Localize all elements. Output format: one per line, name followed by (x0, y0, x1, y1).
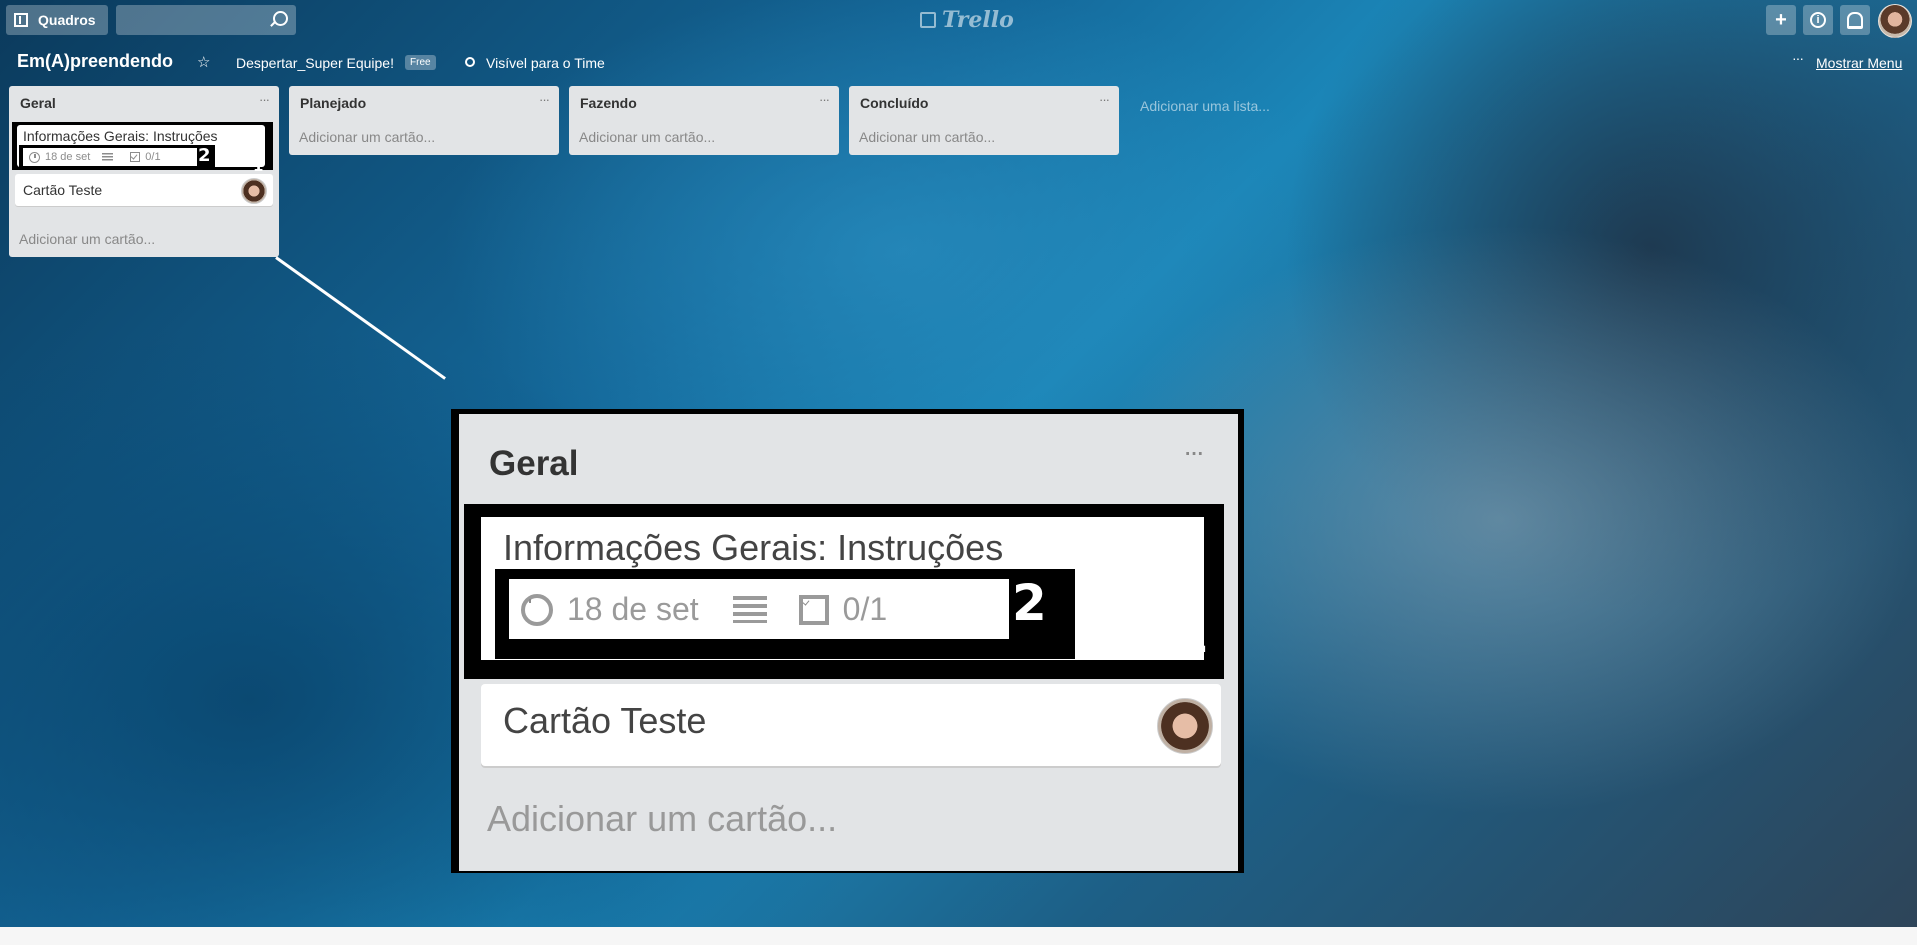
card-badges: 18 de set 0/1 (23, 148, 197, 166)
list-header[interactable]: Geral ··· (9, 86, 279, 120)
card-cartao-teste[interactable]: Cartão Teste (15, 174, 273, 206)
zoom-card-badges: 18 de set 0/1 (509, 579, 1009, 639)
zoom-card-cartao-teste: Cartão Teste (481, 684, 1221, 766)
list-title[interactable]: Geral (20, 95, 56, 111)
add-card-link[interactable]: Adicionar um cartão... (569, 120, 839, 154)
zoom-list-title: Geral (489, 444, 579, 483)
zoom-connector-line (275, 256, 446, 380)
menu-dots-icon[interactable]: ··· (1792, 50, 1804, 66)
list-menu-icon[interactable]: ··· (1099, 92, 1110, 107)
zoom-list-geral: Geral ··· Informações Gerais: Instruções… (459, 414, 1238, 871)
add-card-link[interactable]: Adicionar um cartão... (289, 120, 559, 154)
boards-button[interactable]: Quadros (6, 5, 108, 35)
zoom-add-card-link: Adicionar um cartão... (487, 798, 838, 839)
member-avatar[interactable] (241, 178, 267, 204)
info-button[interactable]: i (1803, 5, 1833, 35)
trello-logo-text: Trello (942, 7, 1014, 33)
zoom-clock-icon (521, 593, 553, 626)
list-header[interactable]: Planejado ··· (289, 86, 559, 120)
checklist-icon (130, 152, 141, 162)
list-menu-icon[interactable]: ··· (819, 92, 830, 107)
search-box[interactable] (116, 5, 296, 35)
list-menu-icon[interactable]: ··· (539, 92, 550, 107)
add-card-link[interactable]: Adicionar um cartão... (849, 120, 1119, 154)
list-header[interactable]: Concluído ··· (849, 86, 1119, 120)
boards-label: Quadros (38, 12, 96, 28)
checklist-badge: 0/1 (145, 151, 161, 163)
annotation-label-1: 1 (253, 157, 264, 175)
zoom-card-title: Cartão Teste (503, 700, 707, 741)
trello-logo-icon (920, 12, 936, 28)
zoom-callout: Geral ··· Informações Gerais: Instruções… (451, 409, 1244, 873)
zoom-annotation-label-2: 2 (1012, 574, 1047, 632)
notifications-button[interactable] (1840, 5, 1870, 35)
list-geral: Geral ··· Informações Gerais: Instruções… (9, 86, 279, 257)
top-bar: Quadros Trello + i (0, 0, 1917, 40)
zoom-description-icon (732, 596, 767, 623)
bell-icon (1847, 11, 1863, 29)
search-input[interactable] (116, 5, 266, 35)
list-title[interactable]: Fazendo (580, 95, 637, 111)
add-list-link[interactable]: Adicionar uma lista... (1140, 98, 1270, 114)
list-fazendo: Fazendo ··· Adicionar um cartão... (569, 86, 839, 155)
star-icon[interactable]: ☆ (197, 53, 210, 71)
card-title: Cartão Teste (23, 182, 103, 198)
show-menu-link[interactable]: Mostrar Menu (1816, 55, 1902, 71)
list-planejado: Planejado ··· Adicionar um cartão... (289, 86, 559, 155)
zoom-list-menu-icon: ··· (1183, 436, 1205, 467)
plus-icon: + (1775, 8, 1787, 31)
plan-badge: Free (405, 55, 436, 70)
zoom-badge-row: 18 de set 0/1 (521, 591, 887, 628)
badge-row: 18 de set 0/1 (29, 151, 161, 163)
due-date-badge: 18 de set (45, 151, 91, 163)
bottom-strip (0, 927, 1917, 945)
board-title[interactable]: Em(A)preendendo (17, 51, 173, 72)
zoom-member-avatar (1157, 698, 1213, 754)
clock-icon (29, 151, 40, 163)
user-avatar[interactable] (1878, 4, 1912, 38)
team-visibility-icon (465, 57, 475, 67)
visibility-button[interactable]: Visível para o Time (486, 55, 605, 71)
add-button[interactable]: + (1766, 5, 1796, 35)
list-title[interactable]: Concluído (860, 95, 928, 111)
list-menu-icon[interactable]: ··· (259, 92, 270, 107)
trello-logo[interactable]: Trello (920, 7, 1014, 33)
annotation-label-2: 2 (198, 145, 211, 166)
zoom-checklist-count: 0/1 (842, 591, 888, 627)
zoom-due-date: 18 de set (567, 591, 699, 627)
zoom-annotation-label-1: 1 (1175, 608, 1209, 664)
zoom-checklist-icon (798, 594, 829, 625)
list-header[interactable]: Fazendo ··· (569, 86, 839, 120)
search-icon[interactable] (273, 11, 288, 26)
list-concluido: Concluído ··· Adicionar um cartão... (849, 86, 1119, 155)
add-card-link[interactable]: Adicionar um cartão... (9, 231, 155, 247)
card-title: Informações Gerais: Instruções (23, 128, 218, 144)
info-icon: i (1810, 12, 1826, 28)
team-name[interactable]: Despertar_Super Equipe! (236, 55, 394, 71)
zoom-card-title: Informações Gerais: Instruções (503, 527, 1004, 568)
description-icon (102, 152, 114, 162)
list-title[interactable]: Planejado (300, 95, 366, 111)
boards-icon (14, 13, 28, 27)
